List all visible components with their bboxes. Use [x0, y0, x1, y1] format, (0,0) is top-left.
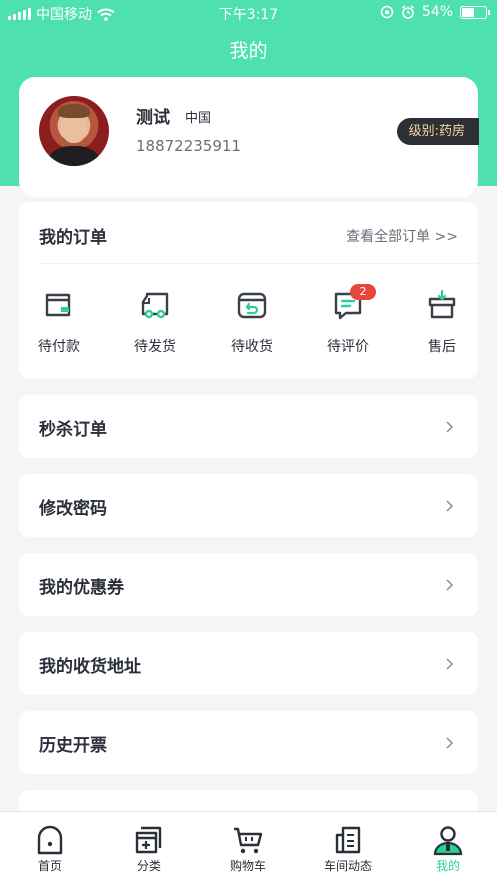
battery-icon: [460, 5, 490, 19]
menu-label: 我的收货地址: [39, 657, 141, 677]
menu-label: 我的优惠券: [39, 578, 124, 598]
user-country: 中国: [185, 111, 212, 126]
divider: [39, 263, 478, 264]
box-return-icon: [237, 292, 267, 319]
status-bar: 中国移动 下午3:17 54%: [0, 0, 497, 26]
menu-shipping-address[interactable]: 我的收货地址: [19, 632, 478, 695]
home-icon: [37, 825, 63, 855]
menu-invoice-history[interactable]: 历史开票: [19, 711, 478, 774]
user-icon: [433, 826, 463, 856]
menu-my-coupons[interactable]: 我的优惠券: [19, 553, 478, 616]
tab-cart[interactable]: 购物车: [208, 824, 288, 874]
tab-mine[interactable]: 我的: [408, 824, 488, 874]
tab-workshop-news[interactable]: 车间动态: [308, 824, 388, 874]
avatar[interactable]: [39, 96, 109, 166]
order-item-label: 待评价: [327, 339, 369, 355]
user-phone: 18872235911: [136, 137, 241, 155]
rotation-lock-icon: [380, 5, 394, 19]
chevron-right-icon: [446, 421, 454, 433]
chevron-right-icon: [446, 500, 454, 512]
tab-category[interactable]: 分类: [109, 824, 189, 874]
cart-icon: [234, 827, 263, 854]
menu-label: 历史开票: [39, 736, 107, 756]
view-all-orders-link[interactable]: 查看全部订单 >>: [346, 226, 458, 246]
order-item-label: 待发货: [134, 339, 176, 355]
profile-card[interactable]: 测试 中国 18872235911 级别:药房: [19, 77, 479, 197]
orders-title: 我的订单: [39, 228, 107, 248]
menu-change-password[interactable]: 修改密码: [19, 474, 478, 537]
tab-label: 我的: [435, 859, 460, 873]
category-icon: [135, 826, 162, 854]
menu-seckill-orders[interactable]: 秒杀订单: [19, 395, 478, 458]
wallet-icon: [45, 293, 71, 317]
gift-box-icon: [428, 289, 456, 319]
menu-label: 秒杀订单: [39, 420, 107, 440]
level-badge: 级别:药房: [396, 118, 479, 145]
order-item-after-sales[interactable]: 售后: [402, 288, 482, 356]
truck-icon: [141, 292, 169, 319]
chevron-right-icon: [446, 658, 454, 670]
order-item-pending-payment[interactable]: 待付款: [19, 288, 99, 356]
order-item-pending-receipt[interactable]: 待收货: [212, 288, 292, 356]
page-title: 我的: [229, 40, 268, 62]
order-item-label: 待收货: [231, 339, 273, 355]
tab-label: 首页: [37, 859, 62, 873]
review-count-badge: 2: [350, 284, 376, 300]
tab-home[interactable]: 首页: [10, 824, 90, 874]
news-icon: [335, 826, 361, 854]
order-item-pending-shipment[interactable]: 待发货: [115, 288, 195, 356]
orders-card: 我的订单 查看全部订单 >> 待付款 待发货 待收货 2 待评价 售后: [19, 202, 478, 379]
battery-percent: 54%: [421, 4, 453, 20]
menu-label: 修改密码: [39, 499, 107, 519]
tab-label: 车间动态: [323, 859, 372, 873]
tab-label: 购物车: [229, 859, 266, 873]
tab-label: 分类: [136, 859, 161, 873]
order-item-label: 售后: [428, 339, 456, 355]
user-name: 测试: [136, 108, 170, 128]
alarm-icon: [401, 5, 414, 19]
chevron-right-icon: [446, 579, 454, 591]
chevron-right-icon: [446, 737, 454, 749]
order-item-pending-review[interactable]: 2 待评价: [308, 284, 388, 356]
bottom-tab-bar: 首页 分类 购物车 车间动态 我的: [0, 811, 497, 883]
order-item-label: 待付款: [38, 339, 80, 355]
